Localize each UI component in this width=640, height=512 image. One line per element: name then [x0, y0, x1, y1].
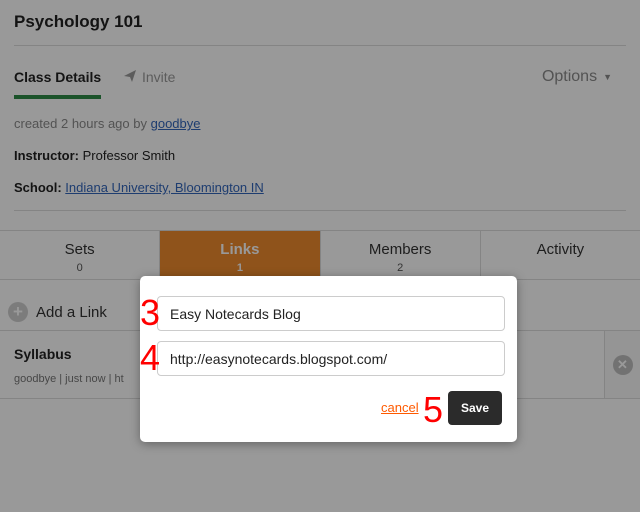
link-url-input[interactable]: [157, 341, 505, 376]
link-title-input[interactable]: [157, 296, 505, 331]
save-button[interactable]: Save: [448, 391, 502, 425]
annotation-number: 4: [140, 337, 161, 378]
annotation-number: 3: [140, 292, 161, 333]
annotation-number: 5: [423, 389, 444, 430]
add-link-dialog: 3 4 cancel 5 Save: [140, 276, 517, 442]
cancel-link[interactable]: cancel: [381, 400, 419, 415]
